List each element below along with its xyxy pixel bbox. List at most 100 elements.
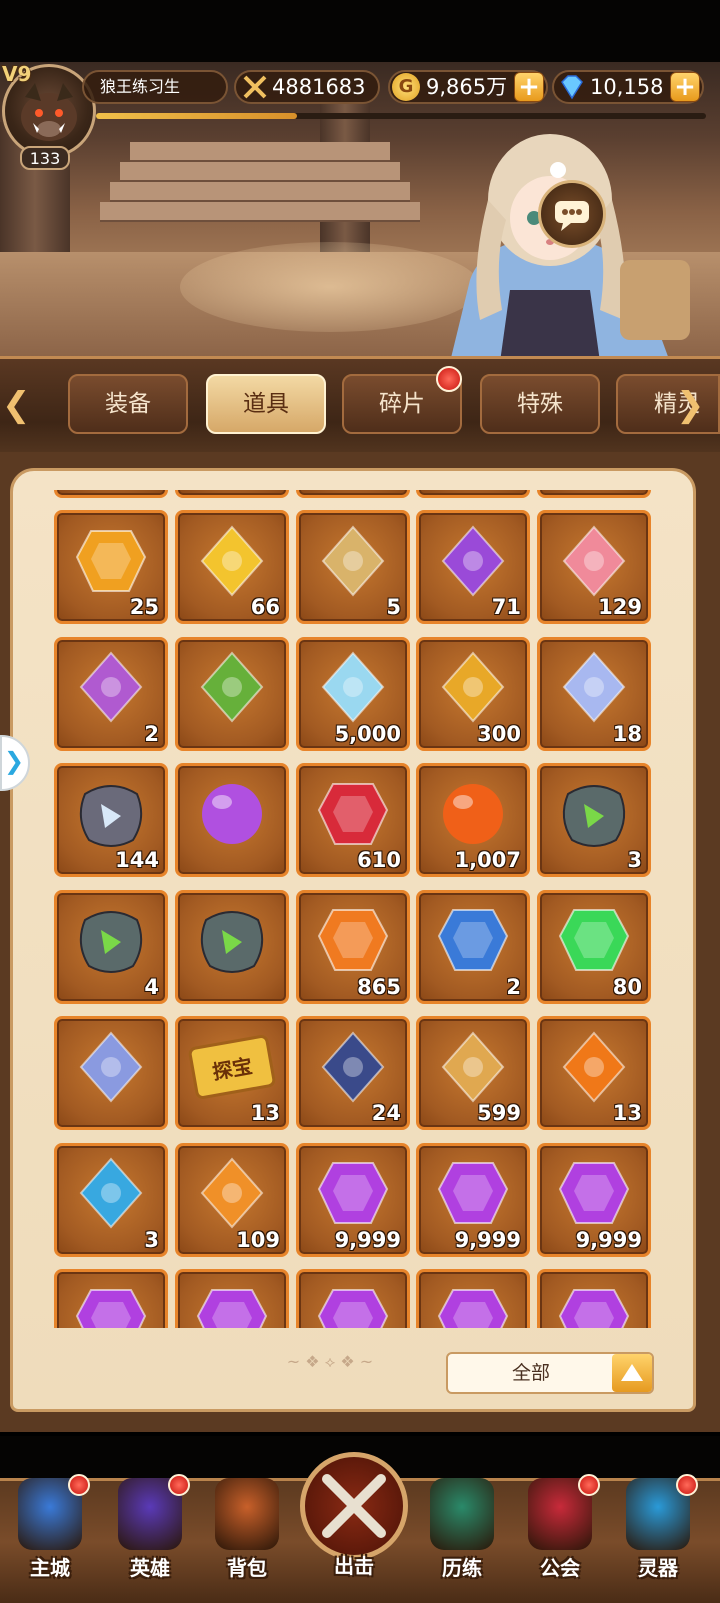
item-slot[interactable]: 610 <box>296 763 410 877</box>
nav-item-历练[interactable]: 历练 <box>412 1470 512 1598</box>
purple-hourglass-icon <box>71 647 151 731</box>
item-slot[interactable] <box>175 1269 289 1328</box>
combat-power-display[interactable]: 4881683 <box>234 70 380 104</box>
item-slot[interactable]: 144 <box>54 763 168 877</box>
item-count: 3 <box>627 848 642 872</box>
orange-gem-icon <box>313 900 393 984</box>
item-slot[interactable]: 66 <box>175 510 289 624</box>
attack-button[interactable] <box>300 1452 408 1560</box>
sun-shard-icon <box>71 521 151 605</box>
item-slot[interactable]: 4 <box>54 889 168 1004</box>
item-slot[interactable]: 865 <box>296 889 410 1004</box>
gem-value: 10,158 <box>590 75 664 99</box>
tab-special[interactable]: 特殊 <box>480 374 600 434</box>
hero-character[interactable] <box>410 130 700 362</box>
item-count: 80 <box>612 974 642 999</box>
tab-items[interactable]: 道具 <box>206 374 326 434</box>
item-slot[interactable]: 5 <box>296 510 410 624</box>
item-slot[interactable] <box>175 763 289 877</box>
item-slot[interactable]: 9,999 <box>537 1142 651 1257</box>
nav-label: 英雄 <box>130 1556 170 1580</box>
item-grid[interactable]: 25 66 5 71 129 2 5,000 300 18 144 610 1,007 3 4 865 2 80… <box>54 490 654 1328</box>
nav-label: 公会 <box>540 1556 580 1580</box>
item-slot[interactable] <box>175 636 289 751</box>
item-slot-partial[interactable] <box>296 490 410 498</box>
tab-equipment[interactable]: 装备 <box>68 374 188 434</box>
item-slot[interactable]: 9,999 <box>416 1142 530 1257</box>
item-count: 5,000 <box>334 721 401 746</box>
item-slot-partial[interactable] <box>54 490 168 498</box>
diamond-icon <box>558 74 586 108</box>
crossed-swords-icon <box>242 74 268 108</box>
item-slot[interactable]: 129 <box>537 510 651 624</box>
nav-item-公会[interactable]: 公会 <box>510 1470 610 1598</box>
nav-item-主城[interactable]: 主城 <box>0 1470 100 1598</box>
item-count: 13 <box>250 1101 280 1125</box>
xp-bar-fill <box>96 113 298 119</box>
item-slot[interactable] <box>537 1269 651 1328</box>
item-slot-partial[interactable] <box>537 490 651 498</box>
crystal-ball-icon <box>433 900 513 984</box>
item-slot[interactable] <box>416 1269 530 1328</box>
purple-crystal-icon <box>313 1153 393 1237</box>
item-slot[interactable]: 300 <box>416 636 530 751</box>
telescope-icon <box>313 1027 393 1111</box>
item-slot[interactable] <box>296 1269 410 1328</box>
fragments-notification-dot <box>436 366 462 392</box>
item-slot[interactable]: 3 <box>54 1142 168 1257</box>
item-slot[interactable]: 109 <box>175 1142 289 1257</box>
chevron-right-icon: ❯ <box>4 747 25 775</box>
nav-item-背包[interactable]: 背包 <box>197 1470 297 1598</box>
item-slot-partial[interactable] <box>416 490 530 498</box>
green-gem-icon <box>554 900 634 984</box>
tab-scroll-left-icon[interactable]: ❮ <box>2 380 31 430</box>
item-count: 1,007 <box>454 848 521 872</box>
flame-helm-icon <box>554 1027 634 1111</box>
item-count: 66 <box>250 595 280 619</box>
item-slot[interactable]: 71 <box>416 510 530 624</box>
notification-dot <box>578 1474 600 1496</box>
item-slot-partial[interactable] <box>175 490 289 498</box>
item-slot[interactable] <box>175 889 289 1004</box>
item-count: 18 <box>612 721 642 746</box>
item-slot[interactable]: 599 <box>416 1016 530 1130</box>
item-slot[interactable]: 2 <box>54 636 168 751</box>
nav-item-灵器[interactable]: 灵器 <box>608 1470 708 1598</box>
item-slot[interactable] <box>54 1269 168 1328</box>
item-count: 13 <box>612 1101 642 1125</box>
chat-bubble-button[interactable] <box>538 180 606 248</box>
item-slot[interactable]: 3 <box>537 763 651 877</box>
purple-crystal-icon <box>554 1280 634 1328</box>
add-gem-button[interactable]: + <box>670 72 700 102</box>
item-slot[interactable]: 80 <box>537 889 651 1004</box>
purple-crystal-icon <box>192 1280 272 1328</box>
item-slot[interactable]: 24 <box>296 1016 410 1130</box>
item-slot[interactable]: 9,999 <box>296 1142 410 1257</box>
nav-item-英雄[interactable]: 英雄 <box>100 1470 200 1598</box>
item-slot[interactable]: 探宝 13 <box>175 1016 289 1130</box>
player-name-plate[interactable]: 狼王练习生 <box>82 70 228 104</box>
item-slot[interactable]: 5,000 <box>296 636 410 751</box>
backpack-icon <box>215 1478 279 1550</box>
filter-toggle-button[interactable] <box>612 1354 652 1392</box>
purple-orb-icon <box>192 774 272 858</box>
item-slot[interactable]: 18 <box>537 636 651 751</box>
rune-stone-green-boot-icon <box>554 774 634 858</box>
item-slot[interactable]: 1,007 <box>416 763 530 877</box>
nav-label: 历练 <box>442 1556 482 1580</box>
item-count: 9,999 <box>575 1227 642 1252</box>
item-slot[interactable]: 13 <box>537 1016 651 1130</box>
item-slot[interactable] <box>54 1016 168 1130</box>
item-count: 144 <box>115 848 159 872</box>
item-slot[interactable]: 2 <box>416 889 530 1004</box>
item-count: 129 <box>598 595 642 619</box>
tab-scroll-right-icon[interactable]: ❯ <box>676 380 705 430</box>
amber-flask-icon <box>433 647 513 731</box>
purple-crystal-icon <box>313 1280 393 1328</box>
item-slot[interactable]: 25 <box>54 510 168 624</box>
water-sprout-icon <box>71 1153 151 1237</box>
vip-badge: V9 <box>2 62 32 86</box>
triangle-up-icon <box>621 1364 643 1381</box>
nav-label: 主城 <box>30 1556 70 1580</box>
add-gold-button[interactable]: + <box>514 72 544 102</box>
